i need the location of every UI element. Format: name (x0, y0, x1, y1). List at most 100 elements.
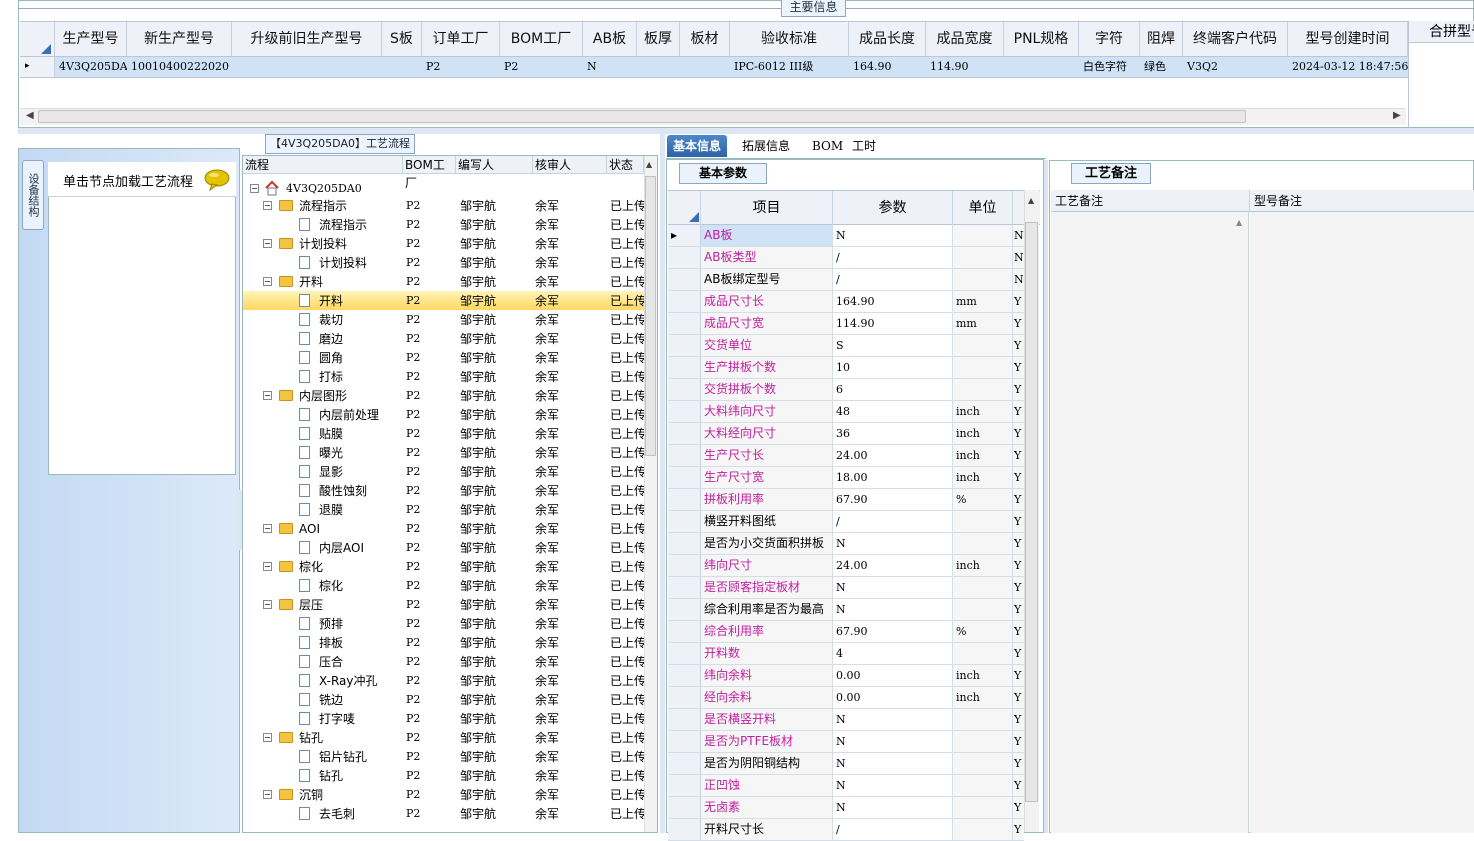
collapse-icon[interactable]: − (263, 733, 272, 742)
cell[interactable]: 4V3Q205DA0 (55, 57, 127, 77)
param-value[interactable]: 6 (833, 379, 953, 400)
cell[interactable] (637, 57, 680, 77)
vertical-splitter[interactable] (660, 134, 665, 833)
cell[interactable]: N (583, 57, 637, 77)
tree-column-header[interactable]: 流程 (243, 156, 403, 174)
param-row[interactable]: 是否顾客指定板材 N Y (668, 577, 1024, 599)
param-value[interactable]: / (833, 247, 953, 268)
param-value[interactable]: 0.00 (833, 687, 953, 708)
tree-node[interactable]: − 钻孔 P2 邹宇航 余军 已上传 (243, 728, 644, 747)
column-header[interactable]: 成品宽度 (926, 22, 1004, 57)
tree-node[interactable]: 退膜 P2 邹宇航 余军 已上传 (243, 500, 644, 519)
param-row[interactable]: 横竖开料图纸 / Y (668, 511, 1024, 533)
cell[interactable]: IPC-6012 III级 (730, 57, 849, 77)
column-header[interactable]: 板材 (680, 22, 730, 57)
column-header[interactable]: 字符 (1079, 22, 1140, 57)
tree-node[interactable]: 预排 P2 邹宇航 余军 已上传 (243, 614, 644, 633)
tree-node[interactable]: 酸性蚀刻 P2 邹宇航 余军 已上传 (243, 481, 644, 500)
param-row[interactable]: 大料纬向尺寸 48 inch Y (668, 401, 1024, 423)
param-value[interactable]: / (833, 511, 953, 532)
param-value[interactable]: S (833, 335, 953, 356)
param-row[interactable]: 生产尺寸长 24.00 inch Y (668, 445, 1024, 467)
cell[interactable]: P2 (500, 57, 583, 77)
scrollbar-thumb[interactable] (38, 110, 1246, 123)
cell[interactable] (680, 57, 730, 77)
cell[interactable] (232, 57, 382, 77)
param-row[interactable]: 是否为小交货面积拼板 N Y (668, 533, 1024, 555)
param-value[interactable]: N (833, 577, 953, 598)
param-row[interactable]: 拼板利用率 67.90% Y (668, 489, 1024, 511)
param-row[interactable]: 交货单位 S Y (668, 335, 1024, 357)
param-row[interactable]: 纬向余料 0.00 inch Y (668, 665, 1024, 687)
tree-column-header[interactable]: 编写人 (456, 156, 533, 174)
column-header[interactable]: 终端客户代码 (1183, 22, 1288, 57)
param-value[interactable]: 36 (833, 423, 953, 444)
param-value[interactable]: 48 (833, 401, 953, 422)
tree-node[interactable]: 内层前处理 P2 邹宇航 余军 已上传 (243, 405, 644, 424)
tree-node[interactable]: − 棕化 P2 邹宇航 余军 已上传 (243, 557, 644, 576)
param-row[interactable]: 经向余料 0.00 inch Y (668, 687, 1024, 709)
tree-node[interactable]: 计划投料 P2 邹宇航 余军 已上传 (243, 253, 644, 272)
tab-4[interactable]: 工时 (846, 135, 882, 157)
cell[interactable]: P2 (422, 57, 500, 77)
param-row[interactable]: 生产尺寸宽 18.00 inch Y (668, 467, 1024, 489)
tree-node[interactable]: 显影 P2 邹宇航 余军 已上传 (243, 462, 644, 481)
param-value[interactable]: 164.90 (833, 291, 953, 312)
column-header[interactable]: BOM工厂 (500, 22, 583, 57)
param-row[interactable]: ▸ AB板 N N (668, 225, 1024, 247)
collapse-icon[interactable]: − (263, 391, 272, 400)
param-row[interactable]: 是否横竖开料 N Y (668, 709, 1024, 731)
tree-node[interactable]: 压合 P2 邹宇航 余军 已上传 (243, 652, 644, 671)
tree-column-header[interactable]: 核审人 (533, 156, 607, 174)
params-column-header[interactable]: 项目 (701, 191, 833, 225)
scrollbar-thumb[interactable] (645, 176, 656, 456)
param-value[interactable]: 0.00 (833, 665, 953, 686)
cell[interactable]: 绿色 (1140, 57, 1183, 77)
column-header[interactable]: 验收标准 (730, 22, 849, 57)
cell[interactable]: V3Q2 (1183, 57, 1288, 77)
param-value[interactable]: 24.00 (833, 445, 953, 466)
scrollbar-thumb[interactable] (1025, 222, 1038, 802)
cell[interactable]: 164.90 (849, 57, 926, 77)
tab-3[interactable]: BOM (806, 135, 849, 157)
tab-equipment-structure[interactable]: 设备结构 (22, 160, 44, 230)
tree-node[interactable]: − 层压 P2 邹宇航 余军 已上传 (243, 595, 644, 614)
tree-node[interactable]: 圆角 P2 邹宇航 余军 已上传 (243, 348, 644, 367)
param-row[interactable]: 综合利用率是否为最高 N Y (668, 599, 1024, 621)
param-value[interactable]: N (833, 533, 953, 554)
param-row[interactable]: 生产拼板个数 10 Y (668, 357, 1024, 379)
tree-node[interactable]: 流程指示 P2 邹宇航 余军 已上传 (243, 215, 644, 234)
tree-node[interactable]: 开料 P2 邹宇航 余军 已上传 (243, 291, 644, 310)
tree-node[interactable]: 铣边 P2 邹宇航 余军 已上传 (243, 690, 644, 709)
tree-column-header[interactable]: BOM工厂 (403, 156, 456, 190)
scroll-up-icon[interactable]: ▲ (646, 160, 652, 169)
model-remarks-field[interactable] (1250, 212, 1474, 833)
param-value[interactable]: 67.90 (833, 621, 953, 642)
tree-node[interactable]: − 计划投料 P2 邹宇航 余军 已上传 (243, 234, 644, 253)
tab-1[interactable]: 基本信息 (667, 135, 728, 157)
param-value[interactable]: / (833, 269, 953, 290)
column-header[interactable]: 型号创建时间 (1288, 22, 1408, 57)
tree-node[interactable]: − 内层图形 P2 邹宇航 余军 已上传 (243, 386, 644, 405)
column-header[interactable]: 生产型号 (55, 22, 127, 57)
scroll-up-icon[interactable]: ▲ (1028, 196, 1034, 205)
column-header[interactable]: AB板 (583, 22, 637, 57)
param-value[interactable]: N (833, 731, 953, 752)
param-value[interactable]: / (833, 819, 953, 840)
tree-node[interactable]: − 开料 P2 邹宇航 余军 已上传 (243, 272, 644, 291)
tree-node[interactable]: 铝片钻孔 P2 邹宇航 余军 已上传 (243, 747, 644, 766)
collapse-icon[interactable]: − (250, 184, 259, 193)
param-row[interactable]: AB板类型 / N (668, 247, 1024, 269)
column-header[interactable]: 新生产型号 (127, 22, 232, 57)
tree-node[interactable]: − AOI P2 邹宇航 余军 已上传 (243, 519, 644, 538)
cell[interactable]: 114.90 (926, 57, 1004, 77)
tree-node[interactable]: 排板 P2 邹宇航 余军 已上传 (243, 633, 644, 652)
param-row[interactable]: 成品尺寸长 164.90 mm Y (668, 291, 1024, 313)
param-row[interactable]: 交货拼板个数 6 Y (668, 379, 1024, 401)
scroll-up-icon[interactable]: ▲ (1236, 218, 1242, 227)
param-row[interactable]: 纬向尺寸 24.00 inch Y (668, 555, 1024, 577)
collapse-icon[interactable]: − (263, 562, 272, 571)
param-row[interactable]: 综合利用率 67.90% Y (668, 621, 1024, 643)
collapse-icon[interactable]: − (263, 790, 272, 799)
column-header[interactable]: 成品长度 (849, 22, 926, 57)
